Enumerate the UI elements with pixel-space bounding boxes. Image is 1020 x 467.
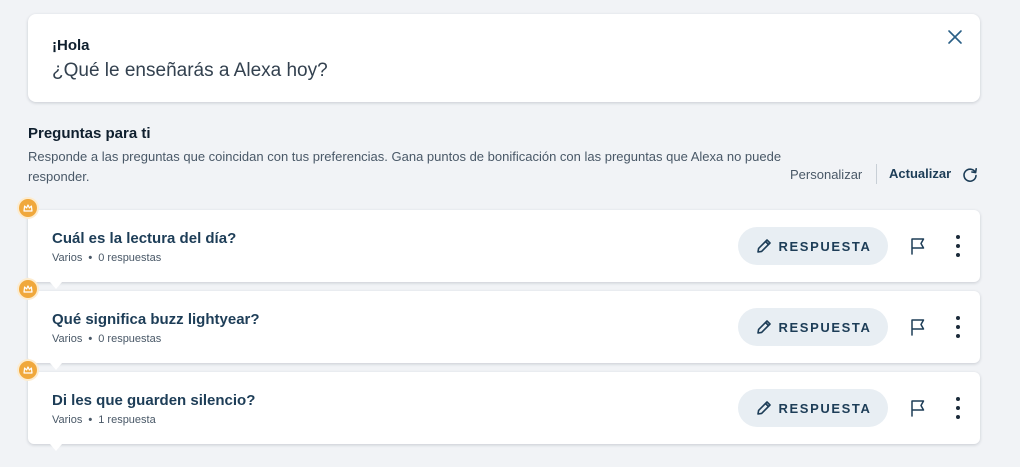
flag-button[interactable] <box>908 398 928 418</box>
crown-badge-icon <box>19 280 37 298</box>
crown-badge-icon <box>19 199 37 217</box>
question-category: Varios <box>52 252 83 264</box>
question-meta: Varios • 0 respuestas <box>52 333 161 345</box>
flag-button[interactable] <box>908 236 928 256</box>
answer-button-label: RESPUESTA <box>778 319 872 335</box>
answer-button-label: RESPUESTA <box>778 400 872 416</box>
more-vertical-icon <box>956 316 960 320</box>
flag-icon <box>911 400 925 417</box>
answer-button[interactable]: RESPUESTA <box>738 308 888 346</box>
question-meta: Varios • 0 respuestas <box>52 252 161 264</box>
question-meta: Varios • 1 respuesta <box>52 414 156 426</box>
meta-separator: • <box>88 414 93 426</box>
link-divider <box>876 164 877 184</box>
close-icon <box>948 30 962 44</box>
question-card: Di les que guarden silencio? Varios • 1 re… <box>19 361 980 451</box>
section-title: Preguntas para ti <box>28 125 151 142</box>
more-options-button[interactable] <box>950 397 966 419</box>
refresh-link[interactable]: Actualizar <box>889 166 951 181</box>
question-title[interactable]: Qué significa buzz lightyear? <box>52 311 260 328</box>
question-category: Varios <box>52 414 83 426</box>
answer-button-label: RESPUESTA <box>778 238 872 254</box>
question-title[interactable]: Di les que guarden silencio? <box>52 392 255 409</box>
more-vertical-icon <box>956 397 960 401</box>
question-category: Varios <box>52 333 83 345</box>
refresh-button[interactable] <box>961 166 979 184</box>
pencil-icon <box>756 401 771 415</box>
flag-button[interactable] <box>908 317 928 337</box>
question-answer-count: 0 respuestas <box>98 252 162 264</box>
question-title[interactable]: Cuál es la lectura del día? <box>52 230 236 247</box>
pencil-icon <box>756 239 771 253</box>
pencil-icon <box>756 320 771 334</box>
flag-icon <box>911 319 925 336</box>
close-button[interactable] <box>946 28 964 46</box>
answer-button[interactable]: RESPUESTA <box>738 227 888 265</box>
answer-button[interactable]: RESPUESTA <box>738 389 888 427</box>
question-answer-count: 0 respuestas <box>98 333 162 345</box>
section-description: Responde a las preguntas que coincidan c… <box>28 149 782 184</box>
meta-separator: • <box>88 252 93 264</box>
flag-icon <box>911 238 925 255</box>
meta-separator: • <box>88 333 93 345</box>
question-card: Cuál es la lectura del día? Varios • 0 res… <box>19 199 980 289</box>
more-options-button[interactable] <box>950 235 966 257</box>
crown-badge-icon <box>19 361 37 379</box>
refresh-icon <box>963 167 977 182</box>
question-answer-count: 1 respuesta <box>98 414 156 426</box>
question-card: Qué significa buzz lightyear? Varios • 0 r… <box>19 280 980 370</box>
greeting-title: ¡Hola <box>52 37 90 54</box>
greeting-subtitle: ¿Qué le enseñarás a Alexa hoy? <box>52 60 328 81</box>
more-options-button[interactable] <box>950 316 966 338</box>
personalize-link[interactable]: Personalizar <box>790 167 862 182</box>
more-vertical-icon <box>956 235 960 239</box>
greeting-card: ¡Hola ¿Qué le enseñarás a Alexa hoy? <box>28 14 980 102</box>
